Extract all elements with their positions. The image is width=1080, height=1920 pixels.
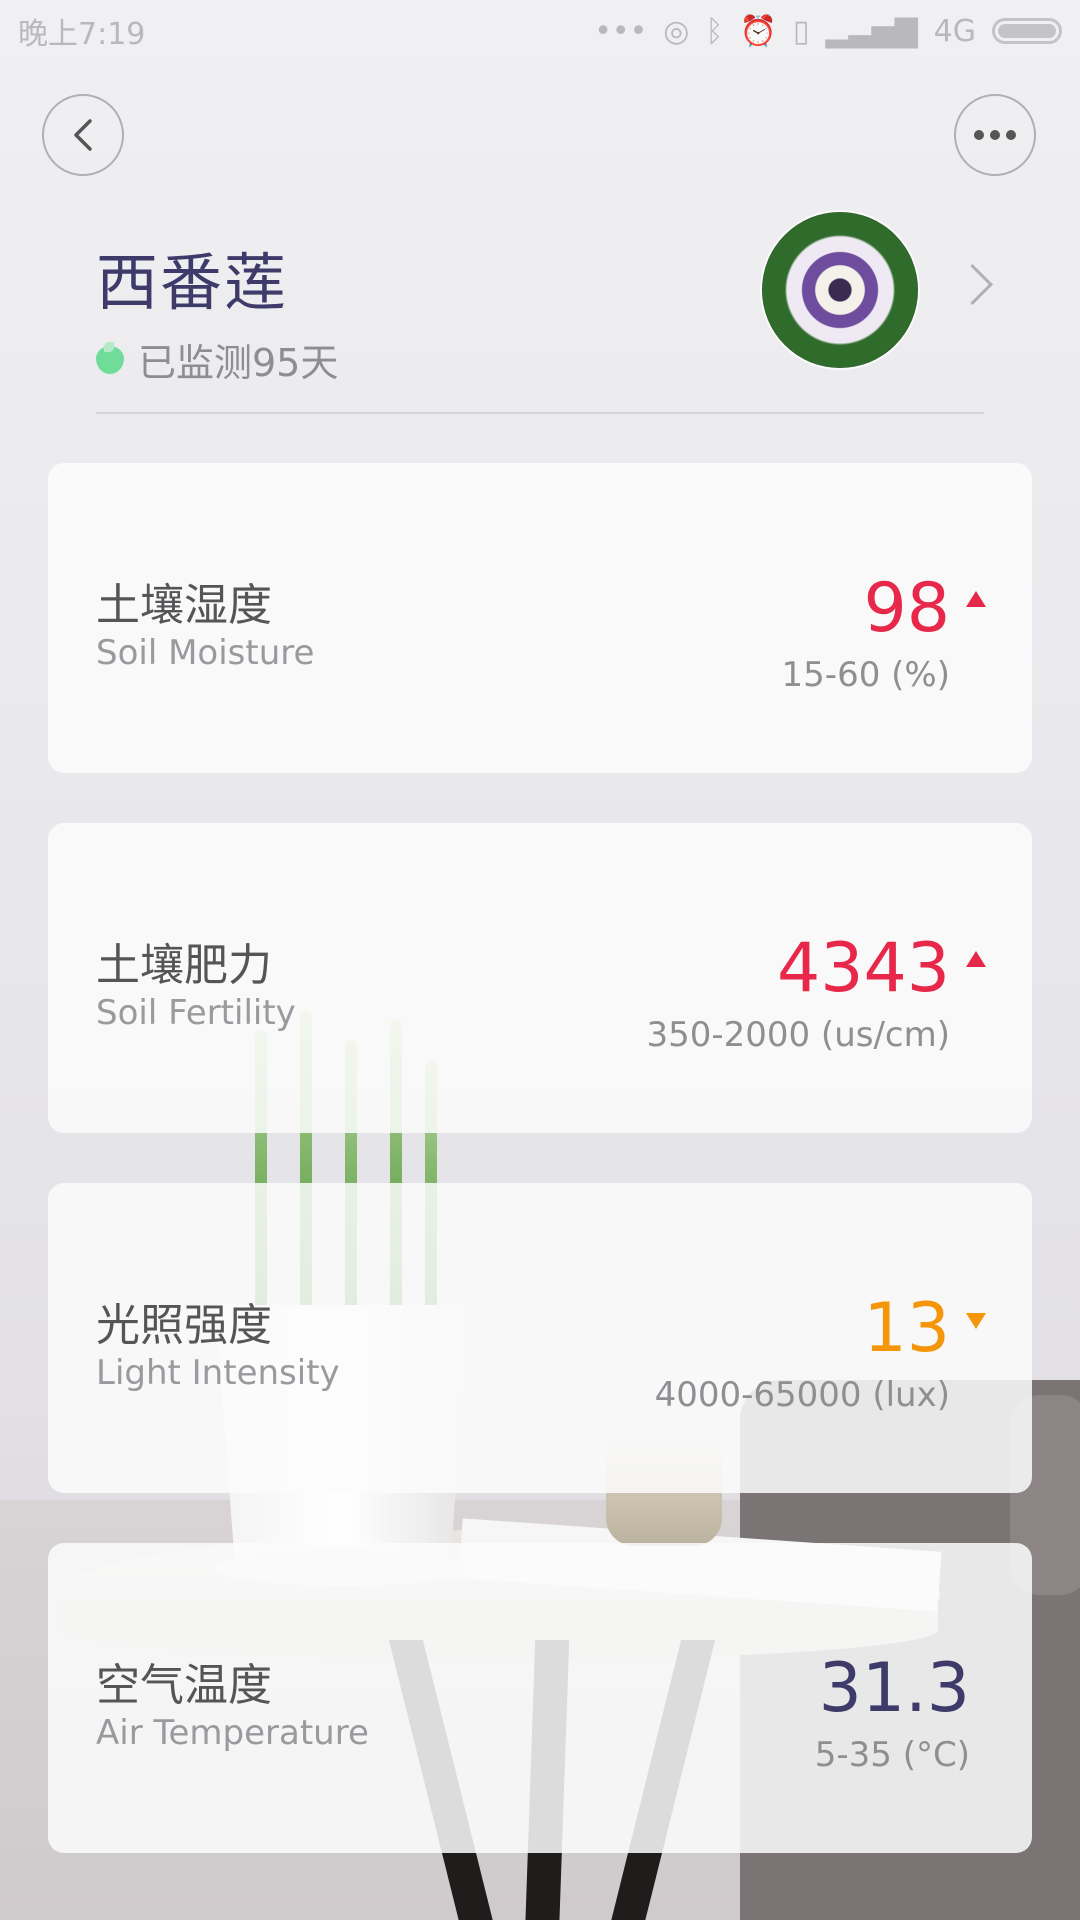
arrow-up-icon: [966, 591, 986, 607]
back-button[interactable]: [42, 94, 124, 176]
alarm-icon: ⏰: [739, 13, 777, 49]
metric-range: 15-60 (%): [781, 655, 950, 695]
metric-name-cn: 光照强度: [96, 1300, 272, 1351]
status-icons: ••• ◎ ᛒ ⏰ ▯ ▂▃▅▇ 4G: [594, 14, 1062, 49]
network-label: 4G: [933, 13, 976, 49]
hotspot-icon: ◎: [663, 13, 690, 49]
monitor-duration-text: 已监测95天: [138, 341, 339, 385]
plant-name[interactable]: 西番莲: [96, 232, 288, 322]
metric-card-soil-moisture[interactable]: 土壤湿度 Soil Moisture 98 15-60 (%): [48, 463, 1032, 773]
metric-name-cn: 土壤湿度: [96, 580, 272, 631]
status-time: 晚上7:19: [18, 17, 146, 52]
metric-value: 13: [863, 1289, 950, 1368]
vibrate-icon: ▯: [792, 13, 810, 49]
metric-name-en: Air Temperature: [96, 1713, 369, 1753]
metric-value: 4343: [776, 929, 950, 1008]
metric-range: 350-2000 (us/cm): [646, 1015, 950, 1055]
header-divider: [96, 412, 984, 414]
metric-name-en: Soil Moisture: [96, 633, 315, 673]
chevron-left-icon: [74, 119, 92, 151]
metric-range: 5-35 (°C): [814, 1735, 970, 1775]
monitor-duration: 已监测95天: [96, 332, 338, 387]
battery-icon: [992, 18, 1062, 44]
status-bar: 晚上7:19 ••• ◎ ᛒ ⏰ ▯ ▂▃▅▇ 4G: [0, 0, 1080, 62]
metric-value: 31.3: [818, 1649, 970, 1728]
arrow-up-icon: [966, 951, 986, 967]
more-button[interactable]: [954, 94, 1036, 176]
plant-monitor-screen: 晚上7:19 ••• ◎ ᛒ ⏰ ▯ ▂▃▅▇ 4G 西番莲 已监测95天 土壤…: [0, 0, 1080, 1920]
metric-value: 98: [863, 569, 950, 648]
bluetooth-icon: ᛒ: [705, 13, 724, 49]
dots-icon: •••: [594, 13, 648, 49]
leaf-icon: [96, 341, 124, 374]
metric-range: 4000-65000 (lux): [654, 1375, 950, 1415]
battery-fill: [998, 24, 1056, 38]
signal-icon: ▂▃▅▇: [825, 13, 918, 49]
metric-card-soil-fertility[interactable]: 土壤肥力 Soil Fertility 4343 350-2000 (us/cm…: [48, 823, 1032, 1133]
chevron-right-icon[interactable]: [951, 263, 994, 306]
metric-name-cn: 土壤肥力: [96, 940, 272, 991]
metric-name-en: Light Intensity: [96, 1353, 340, 1393]
metric-name-cn: 空气温度: [96, 1660, 272, 1711]
metric-card-air-temperature[interactable]: 空气温度 Air Temperature 31.3 5-35 (°C): [48, 1543, 1032, 1853]
more-icon: [974, 130, 1016, 140]
metric-card-light-intensity[interactable]: 光照强度 Light Intensity 13 4000-65000 (lux): [48, 1183, 1032, 1493]
metric-name-en: Soil Fertility: [96, 993, 296, 1033]
plant-avatar[interactable]: [762, 212, 918, 368]
arrow-down-icon: [966, 1313, 986, 1329]
